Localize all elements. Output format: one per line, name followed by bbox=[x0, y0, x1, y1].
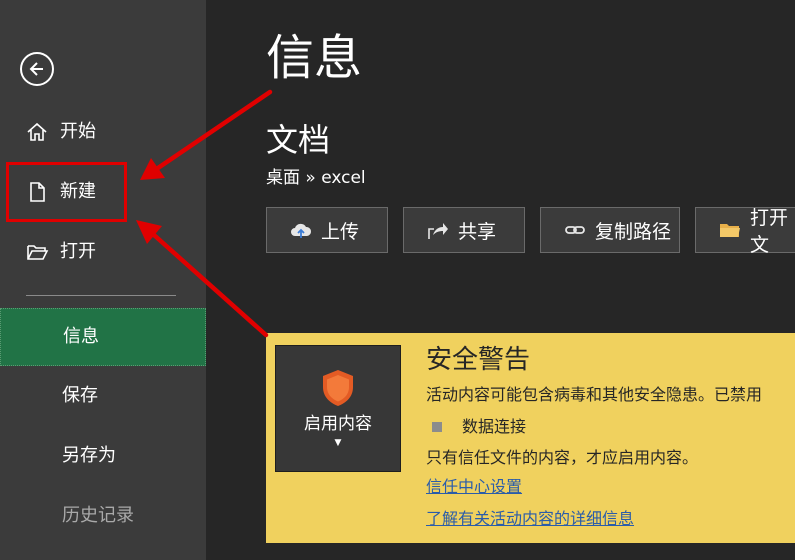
sidebar-item-label: 开始 bbox=[60, 121, 96, 142]
bullet-icon bbox=[432, 422, 442, 432]
share-icon bbox=[426, 219, 450, 241]
page-title: 信息 bbox=[266, 30, 363, 86]
chevron-down-icon: ▼ bbox=[334, 438, 342, 448]
sidebar-item-save-as[interactable]: 另存为 bbox=[0, 428, 206, 484]
sidebar-item-label: 打开 bbox=[60, 241, 96, 262]
sidebar-item-info[interactable]: 信息 bbox=[0, 308, 206, 366]
trust-center-settings-link[interactable]: 信任中心设置 bbox=[426, 479, 522, 495]
link-icon bbox=[563, 219, 587, 241]
shield-icon bbox=[323, 370, 353, 406]
copy-path-button[interactable]: 复制路径 bbox=[540, 207, 680, 253]
annotation-highlight-box bbox=[6, 162, 127, 222]
warning-item-label: 数据连接 bbox=[462, 417, 527, 436]
open-location-label: 打开文 bbox=[750, 207, 789, 256]
open-location-button[interactable]: 打开文 bbox=[695, 207, 795, 256]
sidebar-item-label: 信息 bbox=[63, 326, 99, 347]
warning-note: 只有信任文件的内容，才应启用内容。 bbox=[426, 448, 699, 467]
learn-more-link[interactable]: 了解有关活动内容的详细信息 bbox=[426, 511, 634, 527]
home-icon bbox=[24, 119, 50, 145]
backstage-sidebar: 开始 新建 打开 信息 保存 另存为 历史记录 bbox=[0, 0, 206, 560]
sidebar-item-label: 另存为 bbox=[62, 445, 116, 466]
copy-path-label: 复制路径 bbox=[595, 220, 672, 243]
share-label: 共享 bbox=[458, 220, 497, 243]
sidebar-item-home[interactable]: 开始 bbox=[0, 104, 206, 160]
security-warning-panel: 启用内容 ▼ 安全警告 活动内容可能包含病毒和其他安全隐患。已禁用 数据连接 只… bbox=[266, 333, 795, 543]
upload-cloud-icon bbox=[289, 219, 313, 241]
folder-icon bbox=[718, 219, 742, 241]
document-name: 文档 bbox=[266, 121, 331, 159]
upload-label: 上传 bbox=[321, 220, 360, 243]
sidebar-item-open[interactable]: 打开 bbox=[0, 224, 206, 280]
enable-content-label: 启用内容 bbox=[304, 414, 372, 434]
sidebar-divider bbox=[26, 295, 176, 296]
sidebar-item-history[interactable]: 历史记录 bbox=[0, 488, 206, 544]
upload-button[interactable]: 上传 bbox=[266, 207, 388, 253]
back-arrow-icon bbox=[29, 62, 43, 76]
document-path: 桌面 » excel bbox=[266, 168, 366, 188]
warning-item: 数据连接 bbox=[432, 419, 526, 435]
main-content: 信息 文档 桌面 » excel 上传 共享 复制路径 打开文 启用内容 ▼ 安… bbox=[206, 0, 795, 560]
sidebar-item-label: 保存 bbox=[62, 385, 98, 406]
open-folder-icon bbox=[24, 239, 50, 265]
warning-text: 活动内容可能包含病毒和其他安全隐患。已禁用 bbox=[426, 385, 763, 404]
enable-content-button[interactable]: 启用内容 ▼ bbox=[275, 345, 401, 472]
share-button[interactable]: 共享 bbox=[403, 207, 525, 253]
sidebar-item-label: 历史记录 bbox=[62, 505, 134, 526]
warning-title: 安全警告 bbox=[426, 345, 531, 375]
back-button[interactable] bbox=[20, 52, 54, 86]
sidebar-item-save[interactable]: 保存 bbox=[0, 368, 206, 424]
